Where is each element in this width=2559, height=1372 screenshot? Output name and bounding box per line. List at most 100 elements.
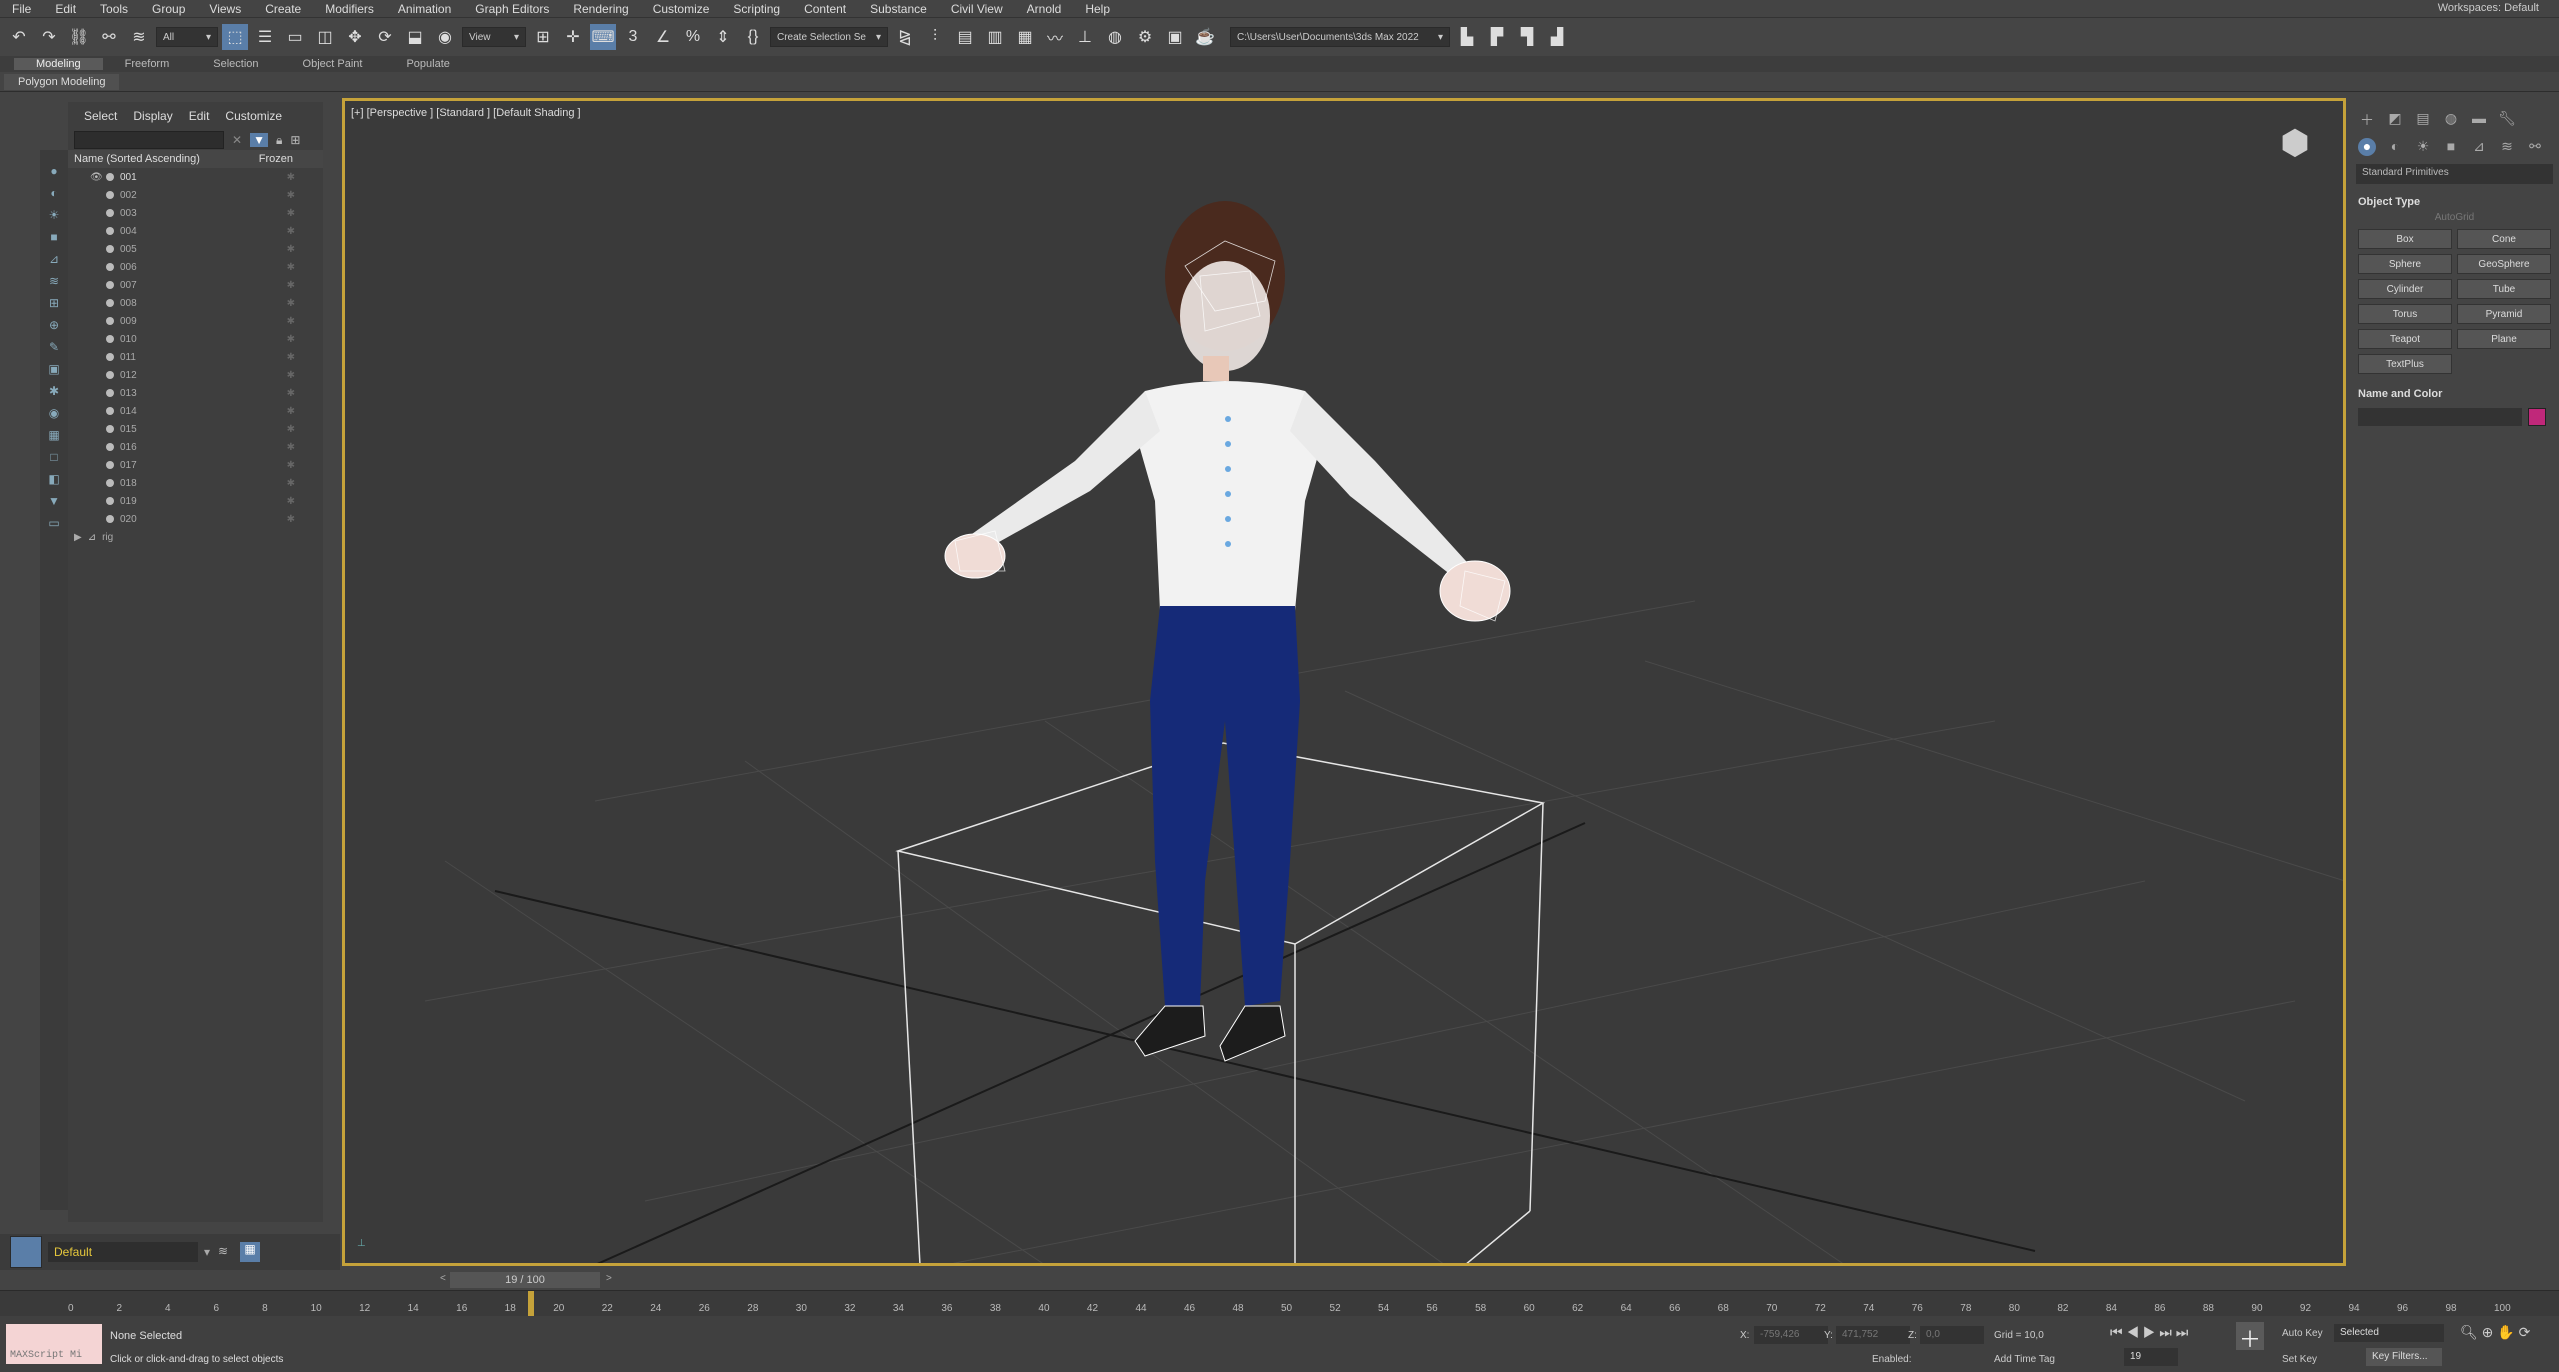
menu-item[interactable]: Edit	[43, 2, 88, 16]
named-selection-dropdown[interactable]: Create Selection Se ▾	[770, 27, 888, 47]
menu-item[interactable]: Content	[792, 2, 858, 16]
freeze-icon[interactable]: ✱	[287, 172, 295, 183]
display-helpers-icon[interactable]: ⊿	[45, 250, 63, 268]
object-name-input[interactable]	[2358, 408, 2522, 426]
render-setup-icon[interactable]: ⚙	[1132, 24, 1158, 50]
hierarchy-tab-icon[interactable]: ▤	[2414, 110, 2432, 128]
scene-object-row[interactable]: 020 ✱	[68, 510, 323, 528]
next-frame-arrow-icon[interactable]: >	[606, 1273, 612, 1284]
snaps-toggle-icon[interactable]: 3	[620, 24, 646, 50]
angle-snap-icon[interactable]: ∠	[650, 24, 676, 50]
freeze-icon[interactable]: ✱	[287, 514, 295, 525]
freeze-icon[interactable]: ✱	[287, 208, 295, 219]
menu-item[interactable]: Group	[140, 2, 197, 16]
window-crossing-icon[interactable]: ◫	[312, 24, 338, 50]
menu-item[interactable]: Animation	[386, 2, 463, 16]
set-key-button[interactable]: Set Key	[2282, 1354, 2317, 1365]
scene-object-row[interactable]: 019 ✱	[68, 492, 323, 510]
display-frozen-icon[interactable]: ✱	[45, 382, 63, 400]
scene-object-row[interactable]: 017 ✱	[68, 456, 323, 474]
freeze-icon[interactable]: ✱	[287, 442, 295, 453]
geometry-category-icon[interactable]: ●	[2358, 138, 2376, 156]
scene-menu-item[interactable]: Edit	[181, 109, 218, 123]
menu-item[interactable]: Scripting	[721, 2, 792, 16]
display-invert-icon[interactable]: ◧	[45, 470, 63, 488]
ribbon-tab[interactable]: Selection	[191, 58, 280, 70]
perspective-viewport[interactable]: [+] [Perspective ] [Standard ] [Default …	[342, 98, 2346, 1266]
freeze-icon[interactable]: ✱	[287, 352, 295, 363]
freeze-icon[interactable]: ✱	[287, 244, 295, 255]
scene-object-row[interactable]: 013 ✱	[68, 384, 323, 402]
layer-explorer-icon[interactable]: ≋	[218, 1244, 228, 1258]
scene-menu-item[interactable]: Customize	[217, 109, 290, 123]
object-type-rollout[interactable]: Object Type	[2350, 188, 2559, 212]
link-icon[interactable]: ⛓	[66, 24, 92, 50]
freeze-icon[interactable]: ✱	[287, 496, 295, 507]
freeze-icon[interactable]: ✱	[287, 370, 295, 381]
primitive-button[interactable]: GeoSphere	[2457, 254, 2551, 274]
prev-frame-arrow-icon[interactable]: <	[440, 1273, 446, 1284]
place-icon[interactable]: ◉	[432, 24, 458, 50]
select-manipulate-icon[interactable]: ✛	[560, 24, 586, 50]
primitive-button[interactable]: Box	[2358, 229, 2452, 249]
primitive-type-dropdown[interactable]: Standard Primitives	[2356, 164, 2553, 184]
primitive-button[interactable]: Teapot	[2358, 329, 2452, 349]
menu-item[interactable]: Tools	[88, 2, 140, 16]
scene-object-row[interactable]: 005 ✱	[68, 240, 323, 258]
freeze-icon[interactable]: ✱	[287, 334, 295, 345]
ribbon-tab[interactable]: Freeform	[103, 58, 192, 70]
primitive-button[interactable]: Cone	[2457, 229, 2551, 249]
utilities-tab-icon[interactable]: 🔧︎	[2498, 110, 2516, 128]
spacewarps-category-icon[interactable]: ≋	[2498, 138, 2516, 156]
visibility-eye-icon[interactable]: 👁︎	[90, 172, 103, 183]
menu-item[interactable]: Civil View	[939, 2, 1015, 16]
spinner-snap-icon[interactable]: ⇕	[710, 24, 736, 50]
select-object-icon[interactable]: ⬚	[222, 24, 248, 50]
object-color-swatch[interactable]	[2528, 408, 2546, 426]
viewport-layout-icon[interactable]	[10, 1236, 42, 1268]
viewport-navigation-icon[interactable]: 🔍︎ ⊕ ✋ ⟳	[2460, 1324, 2530, 1341]
freeze-icon[interactable]: ✱	[287, 262, 295, 273]
scene-object-row[interactable]: 011 ✱	[68, 348, 323, 366]
selection-filter-dropdown[interactable]: All ▾	[156, 27, 218, 47]
ribbon-tab[interactable]: Populate	[384, 58, 471, 70]
autogrid-checkbox[interactable]: AutoGrid	[2350, 212, 2559, 223]
name-color-rollout[interactable]: Name and Color	[2350, 380, 2559, 404]
shapes-category-icon[interactable]: ◐	[2386, 138, 2404, 156]
helpers-category-icon[interactable]: ⊿	[2470, 138, 2488, 156]
toggle-scene-explorer-icon[interactable]: ▤	[952, 24, 978, 50]
viewcube-icon[interactable]: ⬢	[2265, 123, 2325, 169]
display-lights-icon[interactable]: ☀	[45, 206, 63, 224]
primitive-button[interactable]: Cylinder	[2358, 279, 2452, 299]
redo-icon[interactable]: ↷	[36, 24, 62, 50]
scene-object-row[interactable]: 009 ✱	[68, 312, 323, 330]
scene-object-row[interactable]: 👁︎ 001 ✱	[68, 168, 323, 186]
workspace-selector[interactable]: Workspaces: Default	[2426, 2, 2551, 14]
project-save-icon[interactable]: ▟	[1544, 24, 1570, 50]
freeze-icon[interactable]: ✱	[287, 280, 295, 291]
menu-item[interactable]: Rendering	[561, 2, 640, 16]
playback-controls-icon[interactable]: ⏮ ◀ ▶ ⏭ ⏭	[2110, 1324, 2188, 1341]
undo-icon[interactable]: ↶	[6, 24, 32, 50]
clear-search-icon[interactable]: ✕	[232, 133, 242, 147]
configure-icon[interactable]: ▭	[45, 514, 63, 532]
display-tab-icon[interactable]: ▬	[2470, 110, 2488, 128]
keyboard-shortcut-toggle-icon[interactable]: ⌨	[590, 24, 616, 50]
unlink-icon[interactable]: ⚯	[96, 24, 122, 50]
cameras-category-icon[interactable]: ■	[2442, 138, 2460, 156]
scene-object-row[interactable]: 018 ✱	[68, 474, 323, 492]
systems-category-icon[interactable]: ⚯	[2526, 138, 2544, 156]
motion-tab-icon[interactable]: ◍	[2442, 110, 2460, 128]
display-bones-icon[interactable]: ✎	[45, 338, 63, 356]
primitive-button[interactable]: TextPlus	[2358, 354, 2452, 374]
auto-key-button[interactable]: Auto Key	[2282, 1328, 2323, 1339]
hierarchy-icon[interactable]: ⊞	[290, 133, 300, 147]
scene-menu-item[interactable]: Display	[125, 109, 180, 123]
lock-icon[interactable]: 🔒︎	[276, 133, 282, 148]
scene-object-row[interactable]: 002 ✱	[68, 186, 323, 204]
display-none-icon[interactable]: □	[45, 448, 63, 466]
curve-editor-icon[interactable]: 〰	[1042, 24, 1068, 50]
maxscript-listener[interactable]: MAXScript Mi	[6, 1324, 102, 1364]
freeze-icon[interactable]: ✱	[287, 478, 295, 489]
select-by-name-icon[interactable]: ☰	[252, 24, 278, 50]
